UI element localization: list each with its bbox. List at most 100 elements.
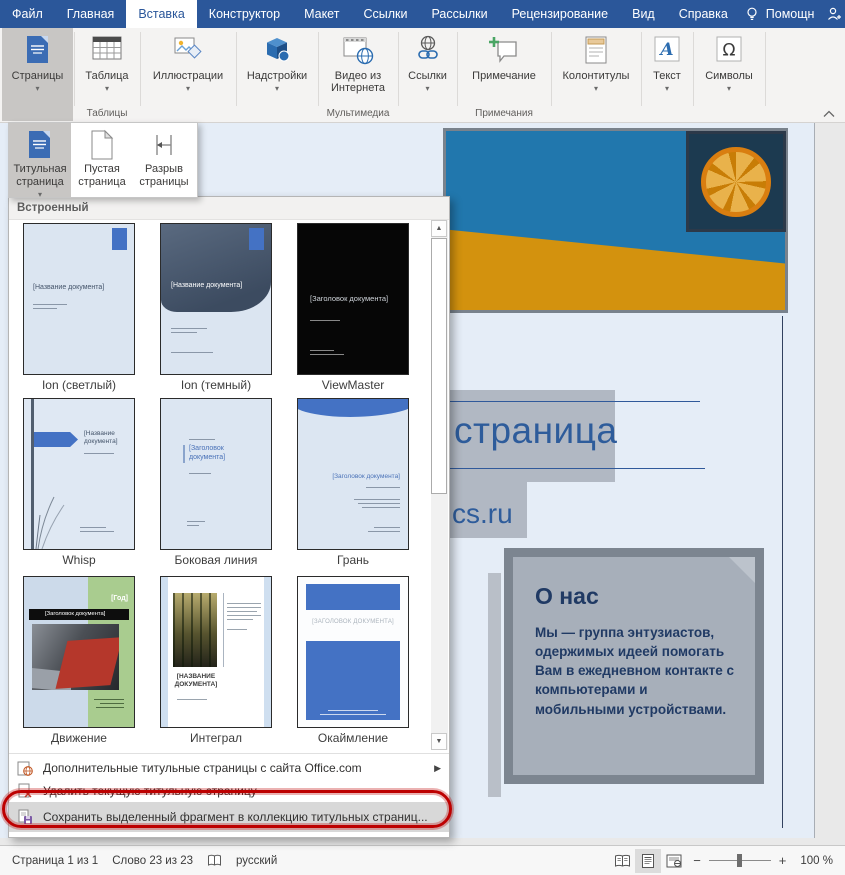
submenu-arrow-icon [434,763,441,774]
scrollbar-thumb[interactable] [431,238,447,494]
web-layout-button[interactable] [661,849,687,873]
zoom-thumb[interactable] [737,854,742,867]
more-cover-pages-menu-item[interactable]: Дополнительные титульные страницы с сайт… [9,756,449,780]
about-sidebar-bar [488,573,501,797]
scroll-down-icon[interactable] [431,733,447,750]
folded-corner-shape [729,557,755,583]
page-break-menu-item[interactable]: Разрыв страницы [133,123,195,197]
dropdown-arrow-icon [695,85,763,93]
gallery-item-viewmaster[interactable]: [Заголовок документа] ViewMaster [297,223,409,392]
tab-review[interactable]: Рецензирование [500,0,621,28]
gallery-scrollbar[interactable] [431,220,448,750]
svg-text:A: A [658,40,673,60]
table-button[interactable]: Таблица [76,28,138,110]
orange-slice-image[interactable] [686,131,786,232]
gallery-item-bordered[interactable]: [ЗАГОЛОВОК ДОКУМЕНТА] Окаймление [297,576,409,745]
gallery-item-integral[interactable]: [НАЗВАНИЕ ДОКУМЕНТА] Интеграл [160,576,272,745]
cover-heading-text[interactable]: страница [454,410,617,452]
dropdown-arrow-icon [9,191,71,199]
illustrations-button[interactable]: Иллюстрации [142,28,234,110]
delete-page-icon [17,783,33,799]
gallery-item-facet[interactable]: [Заголовок документа] Грань [297,398,409,567]
online-video-button[interactable]: Видео из Интернета [320,28,396,110]
template-thumbnail: [НАЗВАНИЕ ДОКУМЕНТА] [160,576,272,728]
gallery-item-ion-dark[interactable]: [Название документа] Ion (темный) [160,223,272,392]
gallery-item-ion-light[interactable]: [Название документа] Ion (светлый) [23,223,135,392]
page-count-status[interactable]: Страница 1 из 1 [12,855,98,867]
ribbon: Страницы Таблица Таблицы Иллюстрации [0,28,845,123]
save-to-gallery-icon [17,809,33,825]
addins-button[interactable]: Надстройки [238,28,316,110]
collapse-ribbon-icon[interactable] [823,110,835,118]
status-bar: Страница 1 из 1 Слово 23 из 23 русский −… [0,845,845,875]
zoom-out-button[interactable]: − [693,853,701,868]
word-window: страница cs.ru О нас Мы — группа энтузиа… [0,0,845,875]
about-title: О нас [535,583,599,610]
group-label-tables: Таблицы [76,108,138,119]
group-label-comments: Примечания [459,108,549,119]
cover-page-gallery: Встроенный [Название документа] Ion (све… [8,196,450,838]
zoom-track[interactable] [709,860,771,861]
cover-page-menu-item[interactable]: Титульная страница [9,123,71,197]
template-thumbnail: [Заголовок документа] [297,223,409,375]
heading-rule-bottom [448,468,705,469]
language-status[interactable]: русский [236,855,277,867]
about-body-text: Мы — группа энтузиастов, одержимых идеей… [535,623,739,719]
pages-button[interactable]: Страницы [2,28,73,121]
pages-dropdown-menu: Титульная страница Пустая страница Разры… [8,122,198,198]
tab-design[interactable]: Конструктор [197,0,292,28]
group-label-media: Мультимедиа [320,108,396,119]
tab-file[interactable]: Файл [0,0,55,28]
template-thumbnail: [Заголовок документа] [297,398,409,550]
gallery-item-sideline[interactable]: [Заголовок документа] Боковая линия [160,398,272,567]
zoom-slider[interactable]: − + [693,853,786,868]
text-a-icon: A [643,34,691,68]
print-layout-button[interactable] [635,849,661,873]
comment-button[interactable]: Примечание [459,28,549,110]
gallery-item-whisp[interactable]: [Название документа] Whisp [23,398,135,567]
proofing-book-icon[interactable] [207,853,222,868]
lightbulb-icon [740,0,764,28]
remove-cover-page-menu-item[interactable]: Удалить текущую титульную страницу [9,780,449,802]
template-thumbnail: [Название документа] [23,398,135,550]
tab-home[interactable]: Главная [55,0,127,28]
template-thumbnail: [Название документа] [23,223,135,375]
zoom-level[interactable]: 100 % [800,855,833,867]
omega-icon: Ω [695,34,763,68]
text-button[interactable]: A Текст [643,28,691,110]
ribbon-tab-bar: Файл Главная Вставка Конструктор Макет С… [0,0,845,28]
gallery-footer-menu: Дополнительные титульные страницы с сайт… [9,753,449,837]
save-selection-menu-item[interactable]: Сохранить выделенный фрагмент в коллекци… [9,802,449,832]
tab-insert[interactable]: Вставка [126,0,196,28]
zoom-in-button[interactable]: + [779,853,787,868]
page-break-icon [133,129,195,163]
gallery-section-header: Встроенный [9,197,449,220]
symbols-button[interactable]: Ω Символы [695,28,763,110]
gallery-item-motion[interactable]: [Год] [Заголовок документа] Движение [23,576,135,745]
scroll-up-icon[interactable] [431,220,447,237]
dropdown-arrow-icon [238,85,316,93]
dropdown-arrow-icon [2,85,73,93]
addins-cube-icon [238,34,316,68]
tab-view[interactable]: Вид [620,0,667,28]
read-mode-button[interactable] [609,849,635,873]
template-thumbnail: [ЗАГОЛОВОК ДОКУМЕНТА] [297,576,409,728]
blank-page-menu-item[interactable]: Пустая страница [71,123,133,197]
tab-layout[interactable]: Макет [292,0,351,28]
tab-references[interactable]: Ссылки [351,0,419,28]
about-textbox[interactable]: О нас Мы — группа энтузиастов, одержимых… [504,548,764,784]
word-count-status[interactable]: Слово 23 из 23 [112,855,193,867]
blank-page-icon [71,129,133,163]
heading-rule-top [448,401,700,402]
online-video-icon [320,34,396,68]
tab-mailings[interactable]: Рассылки [419,0,499,28]
new-comment-icon [459,34,549,68]
tab-help[interactable]: Справка [667,0,740,28]
dropdown-arrow-icon [400,85,455,93]
links-button[interactable]: Ссылки [400,28,455,110]
dropdown-arrow-icon [643,85,691,93]
header-footer-button[interactable]: Колонтитулы [553,28,639,110]
tell-me-assistant[interactable]: Помощн [764,0,823,28]
cover-subheading-text[interactable]: cs.ru [452,498,513,530]
orange-slice-icon [701,147,771,217]
